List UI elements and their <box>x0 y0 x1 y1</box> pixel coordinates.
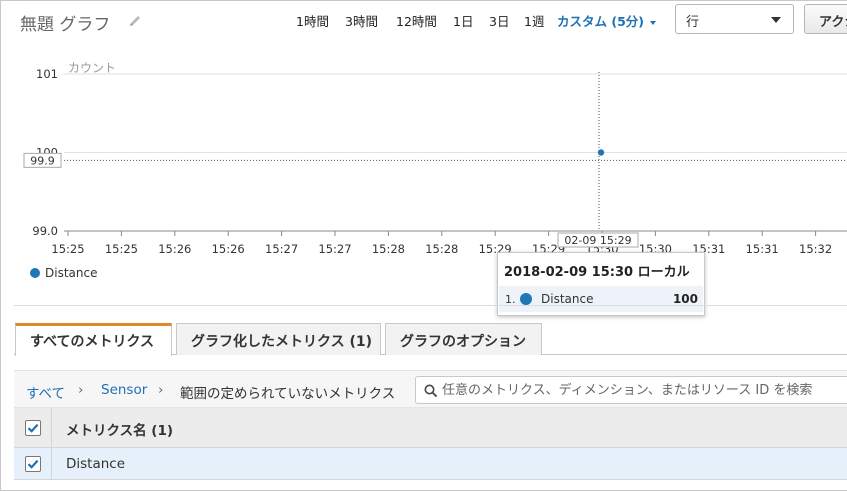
actions-button[interactable]: アクション <box>804 4 847 34</box>
data-point <box>597 149 605 156</box>
table-header: メトリクス名 (1) <box>14 408 847 448</box>
x-tick-label: 15:26 <box>212 242 245 256</box>
caret-down-icon <box>649 20 656 25</box>
y-tick-label: 101 <box>36 67 58 81</box>
crosshair-y-label: 99.9 <box>30 154 55 167</box>
tab-all-metrics[interactable]: すべてのメトリクス <box>15 323 172 356</box>
range-1h[interactable]: 1時間 <box>296 11 329 30</box>
y-axis-label: カウント <box>68 61 116 75</box>
view-select-value: 行 <box>686 15 700 30</box>
breadcrumb-current: 範囲の定められていないメトリクス <box>180 386 396 402</box>
range-12h[interactable]: 12時間 <box>396 11 437 30</box>
range-3h[interactable]: 3時間 <box>345 11 378 30</box>
x-tick-label: 15:27 <box>318 242 351 256</box>
select-all-checkbox[interactable] <box>25 420 41 436</box>
search-input[interactable] <box>442 377 847 403</box>
range-1w[interactable]: 1週 <box>524 11 544 30</box>
crosshair-x-label: 02-09 15:29 <box>564 234 631 247</box>
breadcrumb: すべて › Sensor › 範囲の定められていないメトリクス <box>14 370 847 408</box>
column-header-metric-name[interactable]: メトリクス名 (1) <box>66 419 173 439</box>
y-tick-label: 99.0 <box>32 224 58 238</box>
x-tick-label: 15:27 <box>265 242 298 256</box>
x-tick-label: 15:26 <box>158 242 191 256</box>
column-divider <box>51 448 52 479</box>
check-icon <box>27 459 39 469</box>
x-tick-label: 15:25 <box>105 242 138 256</box>
x-tick-label: 15:25 <box>51 242 84 256</box>
x-tick-label: 15:32 <box>799 242 832 256</box>
legend-color-dot <box>30 268 40 278</box>
breadcrumb-all[interactable]: すべて <box>26 382 65 402</box>
row-checkbox[interactable] <box>25 456 41 472</box>
chart-tooltip: 2018-02-09 15:30 ローカル 1. Distance 100 <box>497 252 705 316</box>
tooltip-row-name: Distance <box>541 292 594 306</box>
section-divider <box>14 305 847 306</box>
metric-search[interactable] <box>415 376 847 404</box>
column-divider <box>51 408 52 447</box>
range-custom-label: カスタム (5分) <box>557 14 644 29</box>
x-tick-label: 15:28 <box>425 242 458 256</box>
chevron-right-icon: › <box>158 382 164 398</box>
range-custom[interactable]: カスタム (5分) <box>557 11 656 30</box>
series-color-dot <box>520 293 532 305</box>
tooltip-row-value: 100 <box>672 292 698 306</box>
x-tick-label: 15:31 <box>746 242 779 256</box>
chart-legend[interactable]: Distance <box>30 266 97 280</box>
tab-graphed-metrics[interactable]: グラフ化したメトリクス (1) <box>176 323 381 355</box>
tooltip-row: 1. Distance 100 <box>499 286 703 312</box>
pencil-icon[interactable] <box>128 14 142 32</box>
caret-down-icon <box>771 17 781 23</box>
metric-chart[interactable]: カウント 10110099.0 15:25 15:25 15:26 15:26 15:2… <box>0 50 847 265</box>
breadcrumb-sensor[interactable]: Sensor <box>101 382 147 398</box>
legend-label: Distance <box>45 266 98 280</box>
x-tick-label: 15:28 <box>372 242 405 256</box>
check-icon <box>27 423 39 433</box>
graph-title[interactable]: 無題 グラフ <box>20 10 110 35</box>
tooltip-header: 2018-02-09 15:30 ローカル <box>504 265 690 280</box>
tab-graph-options[interactable]: グラフのオプション <box>385 323 542 355</box>
range-1d[interactable]: 1日 <box>453 11 473 30</box>
chevron-right-icon: › <box>78 382 84 398</box>
table-row[interactable]: Distance <box>14 448 847 480</box>
range-3d[interactable]: 3日 <box>489 11 509 30</box>
search-icon <box>424 384 438 398</box>
view-select[interactable]: 行 <box>675 4 794 34</box>
metric-name-cell: Distance <box>66 456 126 472</box>
